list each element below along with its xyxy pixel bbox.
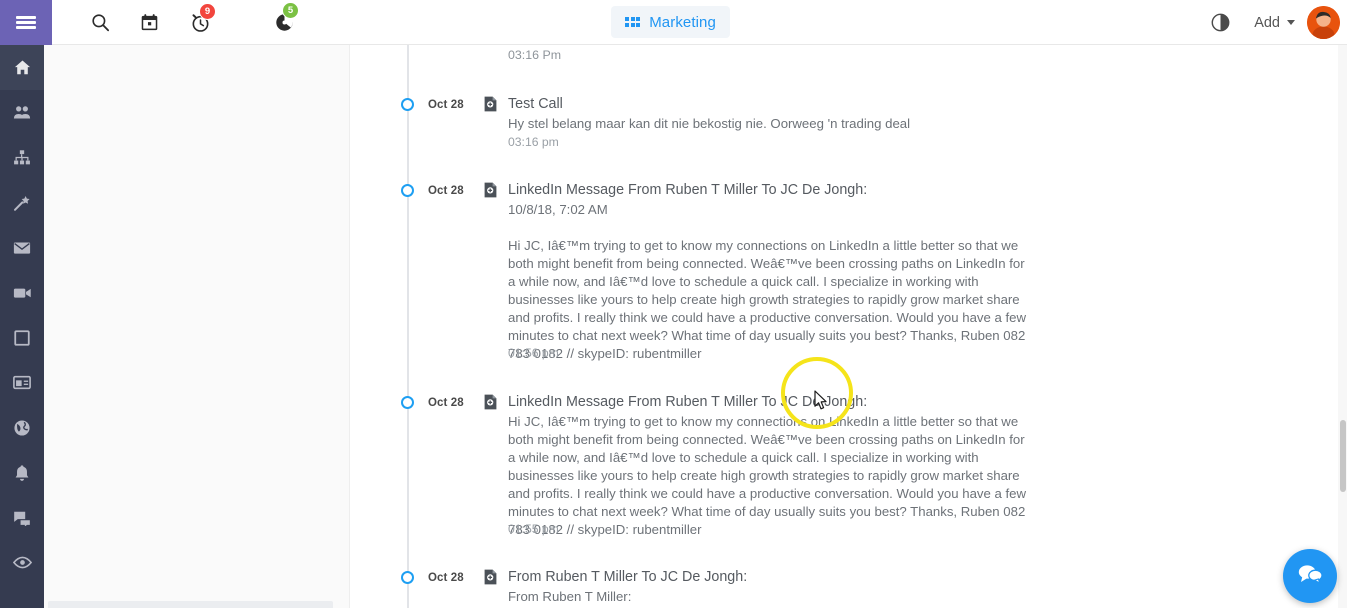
magic-wand-icon [13,194,31,212]
sidebar-item-video[interactable] [0,270,44,315]
bottom-status-strip[interactable] [48,601,333,608]
timeline-entry-date: Oct 28 [428,99,464,111]
sidebar-item-views[interactable] [0,540,44,585]
envelope-icon [13,241,31,255]
chevron-down-icon [1287,20,1295,25]
hamburger-bar [16,21,36,24]
sidebar-item-organization[interactable] [0,135,44,180]
timeline-entry-title[interactable]: LinkedIn Message From Ruben T Miller To … [508,182,867,198]
activity-timeline-panel: 03:16 Pm Oct 28 Test Call Hy stel belang… [350,45,1347,608]
timeline-dot [401,98,414,111]
sidebar-item-window[interactable] [0,315,44,360]
alarm-badge: 9 [199,3,216,20]
timeline-entry-time: 01:56 pm [508,346,559,360]
pie-chart-icon[interactable]: 5 [262,0,306,45]
timeline-dot [401,184,414,197]
document-add-icon[interactable] [484,394,497,415]
left-detail-panel [44,45,350,608]
sidebar-item-mail[interactable] [0,225,44,270]
comments-icon [13,510,31,526]
timeline-entry-date: Oct 28 [428,185,464,197]
eye-icon [12,556,32,569]
panel-icon [13,375,31,390]
search-icon[interactable] [80,0,120,45]
tab-marketing-label: Marketing [649,13,716,31]
timeline-axis [407,45,409,608]
timeline-entry-time: 03:16 pm [508,135,559,149]
grid-icon [625,17,641,27]
sidebar-item-campaigns[interactable] [0,180,44,225]
home-icon [14,59,31,76]
sidebar-item-globe[interactable] [0,405,44,450]
sitemap-icon [13,149,31,166]
pie-chart-badge: 5 [282,2,299,19]
add-dropdown-button[interactable]: Add [1254,0,1295,45]
hamburger-bar [16,26,36,29]
timeline-entry-body: Hi JC, Iâ€™m trying to get to know my co… [508,238,1027,361]
video-camera-icon [13,286,32,300]
add-label: Add [1254,14,1280,31]
timeline-entry-date: Oct 28 [428,397,464,409]
chat-bubble-icon [1297,563,1323,590]
alarm-icon[interactable]: 9 [178,0,222,45]
bell-icon [14,464,30,482]
timeline-entry-subtitle: From Ruben T Miller: [508,589,632,604]
sidebar-item-chat[interactable] [0,495,44,540]
timeline-entry-time: 01:55 pm [508,522,559,536]
timeline-entry-subtitle: Hy stel belang maar kan dit nie bekostig… [508,116,911,131]
timeline-entry-body: Hi JC, Iâ€™m trying to get to know my co… [508,414,1027,537]
timeline-entry-title[interactable]: From Ruben T Miller To JC De Jongh: [508,569,747,585]
timeline-entry-subtitle: 10/8/18, 7:02 AM [508,202,608,217]
people-icon [13,104,31,121]
timeline-entry-title[interactable]: LinkedIn Message From Ruben T Miller To … [508,394,867,410]
document-add-icon[interactable] [484,96,497,117]
sidebar-item-home[interactable] [0,45,44,90]
sidebar-item-notifications[interactable] [0,450,44,495]
half-moon-icon[interactable] [1200,0,1240,45]
vertical-scrollbar-thumb[interactable] [1340,420,1346,492]
tab-marketing[interactable]: Marketing [611,6,730,38]
menu-toggle-button[interactable] [0,0,52,45]
square-icon [14,329,30,346]
hamburger-bar [16,16,36,19]
sidebar-item-layout[interactable] [0,360,44,405]
chat-bubble-button[interactable] [1283,549,1337,603]
timeline-dot [401,571,414,584]
left-icon-sidebar [0,45,44,608]
globe-icon [13,419,31,437]
vertical-scrollbar-track[interactable] [1338,45,1347,608]
document-add-icon[interactable] [484,182,497,203]
timeline-entry-date: Oct 28 [428,572,464,584]
top-navigation-bar: 9 5 Marketing Add [0,0,1347,45]
timeline-dot [401,396,414,409]
sidebar-item-contacts[interactable] [0,90,44,135]
timeline-entry-title[interactable]: Test Call [508,96,563,112]
calendar-icon[interactable] [129,0,169,45]
avatar[interactable] [1307,6,1340,39]
orphan-entry-time: 03:16 Pm [508,48,562,62]
document-add-icon[interactable] [484,569,497,590]
